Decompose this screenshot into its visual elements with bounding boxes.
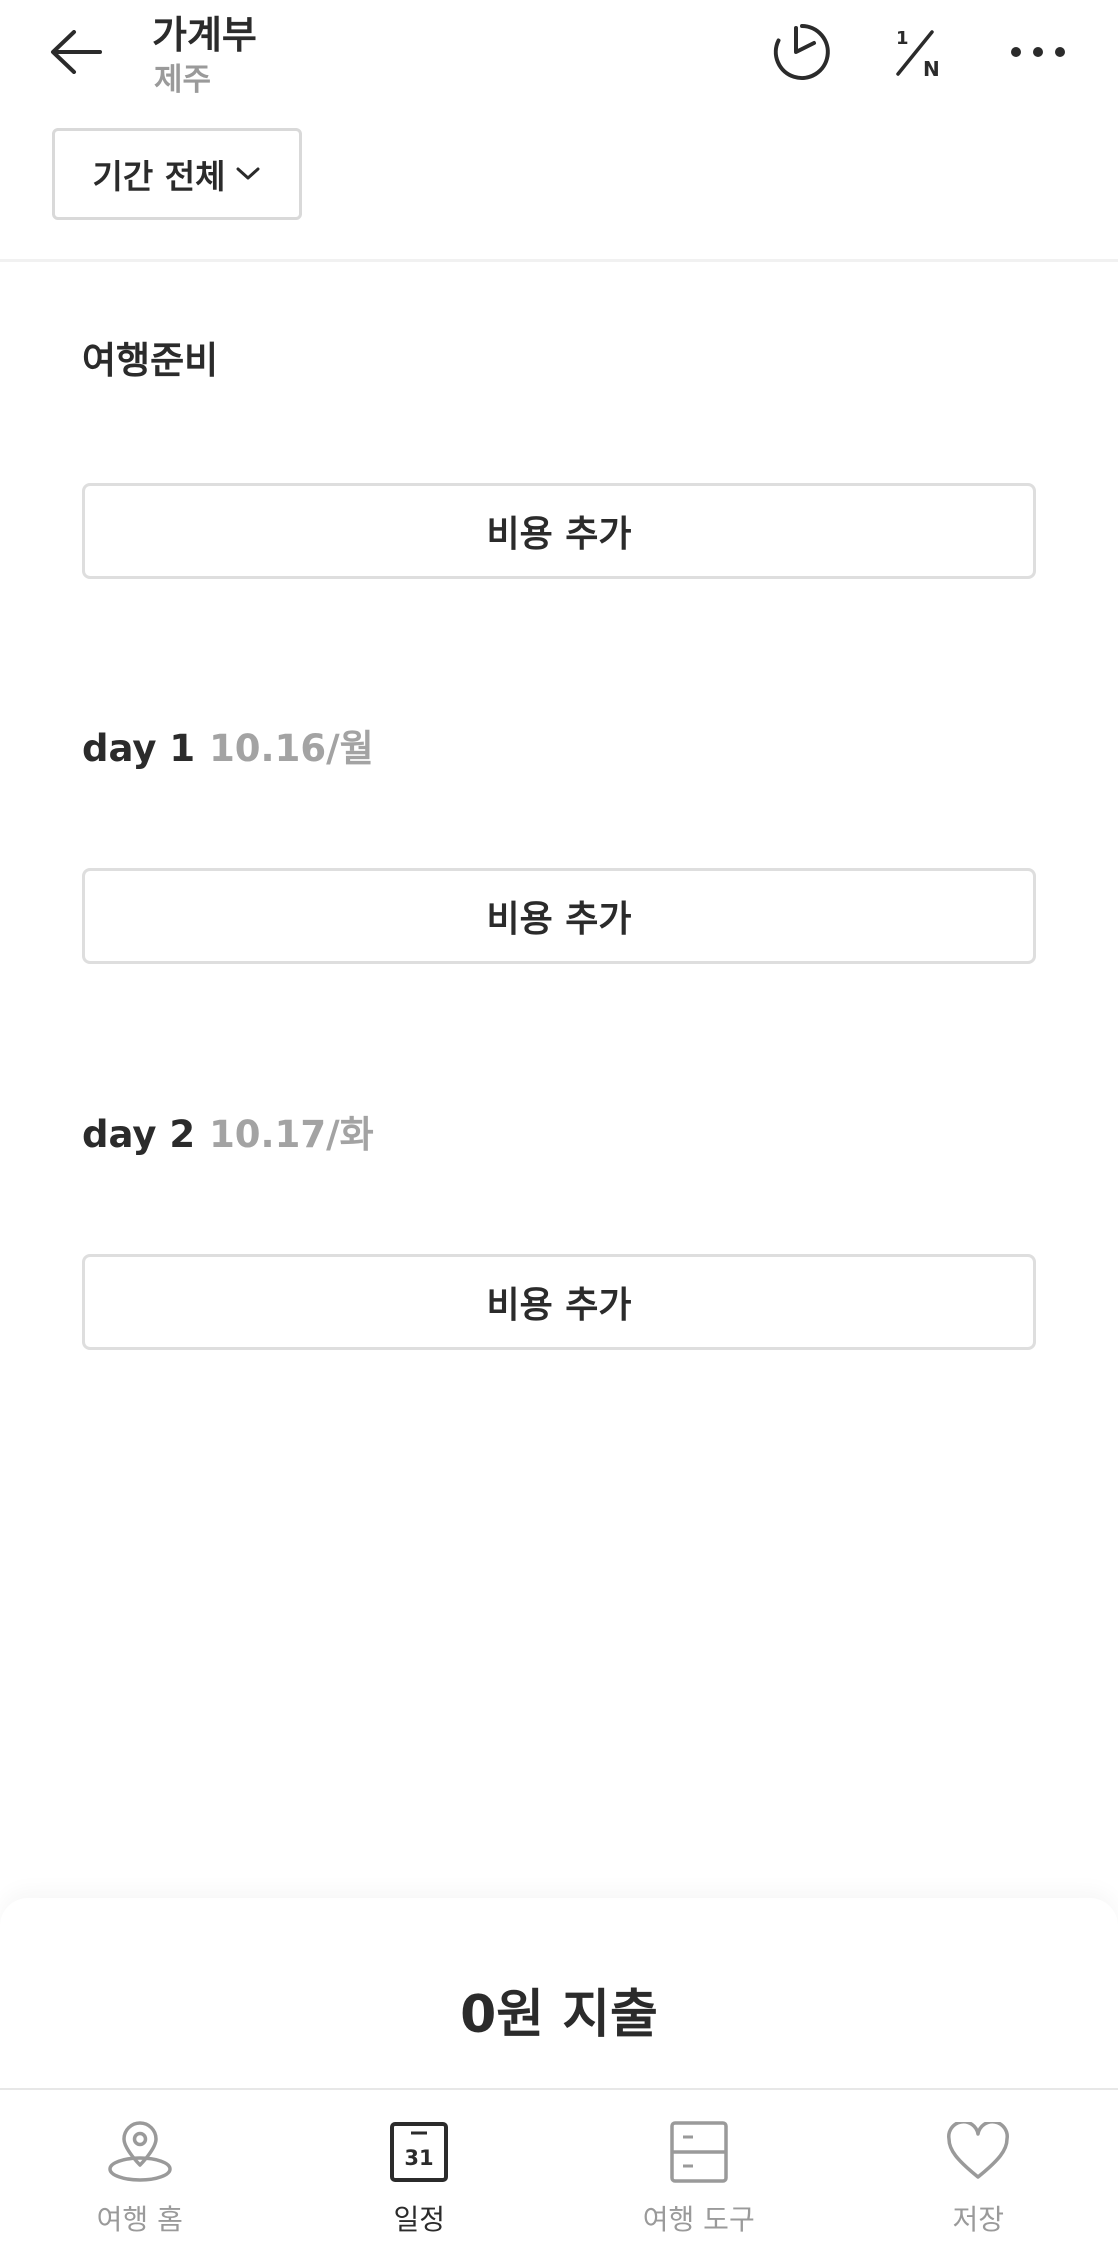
back-button[interactable] [44, 20, 108, 84]
add-expense-button-day2[interactable]: 비용 추가 [82, 1254, 1036, 1350]
app-header: 가계부 제주 1 N 기간 전체 [0, 0, 1118, 262]
statistics-button[interactable] [766, 18, 838, 86]
section-title-text: 여행준비 [82, 339, 219, 382]
map-pin-icon [108, 2121, 172, 2182]
calendar-icon-text: 31 [405, 2146, 434, 2170]
section-title-text: day 1 [82, 727, 196, 770]
section-title-day2: day 2 10.17/화 [82, 1104, 374, 1158]
expense-summary-sheet[interactable]: 0원 지출 [0, 1898, 1118, 2088]
calendar-icon: 31 [390, 2122, 449, 2182]
bottom-navigation: 여행 홈 31 일정 여행 도구 저장 [0, 2088, 1118, 2241]
nav-item-trip-home[interactable]: 여행 홈 [0, 2090, 280, 2241]
svg-text:N: N [923, 57, 940, 80]
drawer-icon [670, 2121, 728, 2183]
section-date: 10.16/월 [209, 727, 374, 770]
section-title-preparation: 여행준비 [82, 330, 218, 384]
page-title: 가계부 [152, 13, 257, 57]
nav-label: 여행 홈 [96, 2203, 183, 2236]
nav-item-trip-tools[interactable]: 여행 도구 [559, 2090, 839, 2241]
nav-label: 저장 [952, 2203, 1005, 2236]
total-expense-label: 0원 지출 [460, 1985, 658, 2045]
section-date: 10.17/화 [209, 1113, 374, 1156]
split-bill-button[interactable]: 1 N [884, 18, 956, 86]
more-icon [1011, 47, 1065, 57]
heart-icon [947, 2122, 1010, 2179]
add-expense-button-day1[interactable]: 비용 추가 [82, 868, 1036, 964]
back-arrow-icon [51, 30, 102, 74]
svg-text:1: 1 [896, 28, 909, 49]
pie-chart-icon [773, 24, 830, 80]
split-bill-icon: 1 N [896, 28, 940, 80]
nav-label: 여행 도구 [642, 2203, 755, 2236]
nav-item-saved[interactable]: 저장 [839, 2090, 1118, 2241]
section-title-text: day 2 [82, 1113, 196, 1156]
nav-item-schedule[interactable]: 31 일정 [280, 2090, 560, 2241]
period-filter-dropdown[interactable]: 기간 전체 [52, 128, 302, 220]
page-subtitle: 제주 [154, 62, 212, 98]
add-expense-button-preparation[interactable]: 비용 추가 [82, 483, 1036, 579]
section-title-day1: day 1 10.16/월 [82, 718, 374, 772]
period-filter-label: 기간 전체 [92, 157, 226, 196]
more-options-button[interactable] [1002, 18, 1074, 86]
nav-label: 일정 [393, 2203, 446, 2236]
chevron-down-icon [236, 167, 260, 180]
